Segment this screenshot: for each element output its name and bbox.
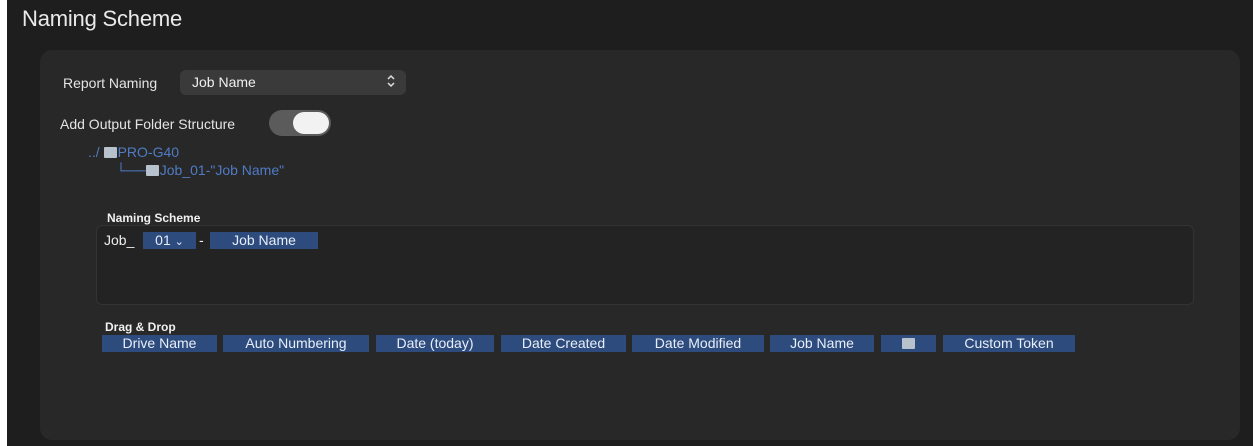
token-folder[interactable] [881, 335, 936, 352]
drag-drop-label: Drag & Drop [105, 320, 176, 334]
token-custom-token[interactable]: Custom Token [943, 335, 1075, 352]
tree-root-name: PRO-G40 [117, 144, 180, 160]
output-folder-toggle[interactable] [269, 110, 331, 136]
window: Naming Scheme Report Naming Job Name Add… [0, 0, 1253, 446]
folder-tree-root: ../ PRO-G40 [88, 144, 179, 160]
page-title: Naming Scheme [22, 6, 183, 31]
token-date-modified[interactable]: Date Modified [632, 335, 764, 352]
toggle-knob [293, 112, 329, 134]
tree-child-name: Job_01-"Job Name" [159, 162, 285, 178]
token-job-name[interactable]: Job Name [770, 335, 874, 352]
chevron-down-icon: ⌄ [174, 236, 184, 248]
report-naming-value: Job Name [192, 74, 256, 90]
number-token[interactable]: 01 ⌄ [143, 232, 196, 249]
chevron-updown-icon [386, 73, 396, 92]
token-auto-numbering[interactable]: Auto Numbering [223, 335, 369, 352]
number-token-value: 01 [155, 232, 171, 248]
token-date-today[interactable]: Date (today) [376, 335, 494, 352]
token-drive-name[interactable]: Drive Name [102, 335, 217, 352]
scheme-separator: - [199, 232, 204, 248]
output-folder-label: Add Output Folder Structure [60, 116, 236, 132]
folder-icon [103, 147, 117, 158]
job-name-token[interactable]: Job Name [210, 232, 318, 249]
naming-scheme-label: Naming Scheme [107, 211, 201, 225]
folder-icon [145, 165, 159, 176]
report-naming-label: Report Naming [63, 75, 158, 91]
token-date-created[interactable]: Date Created [501, 335, 626, 352]
tree-prefix: ../ [88, 144, 100, 160]
scheme-prefix: Job_ [104, 232, 135, 248]
folder-icon [901, 338, 915, 349]
window-edge [0, 0, 7, 446]
tree-branch: └── [116, 162, 146, 178]
folder-tree-child: └── Job_01-"Job Name" [116, 162, 284, 178]
report-naming-select[interactable]: Job Name [180, 70, 406, 95]
